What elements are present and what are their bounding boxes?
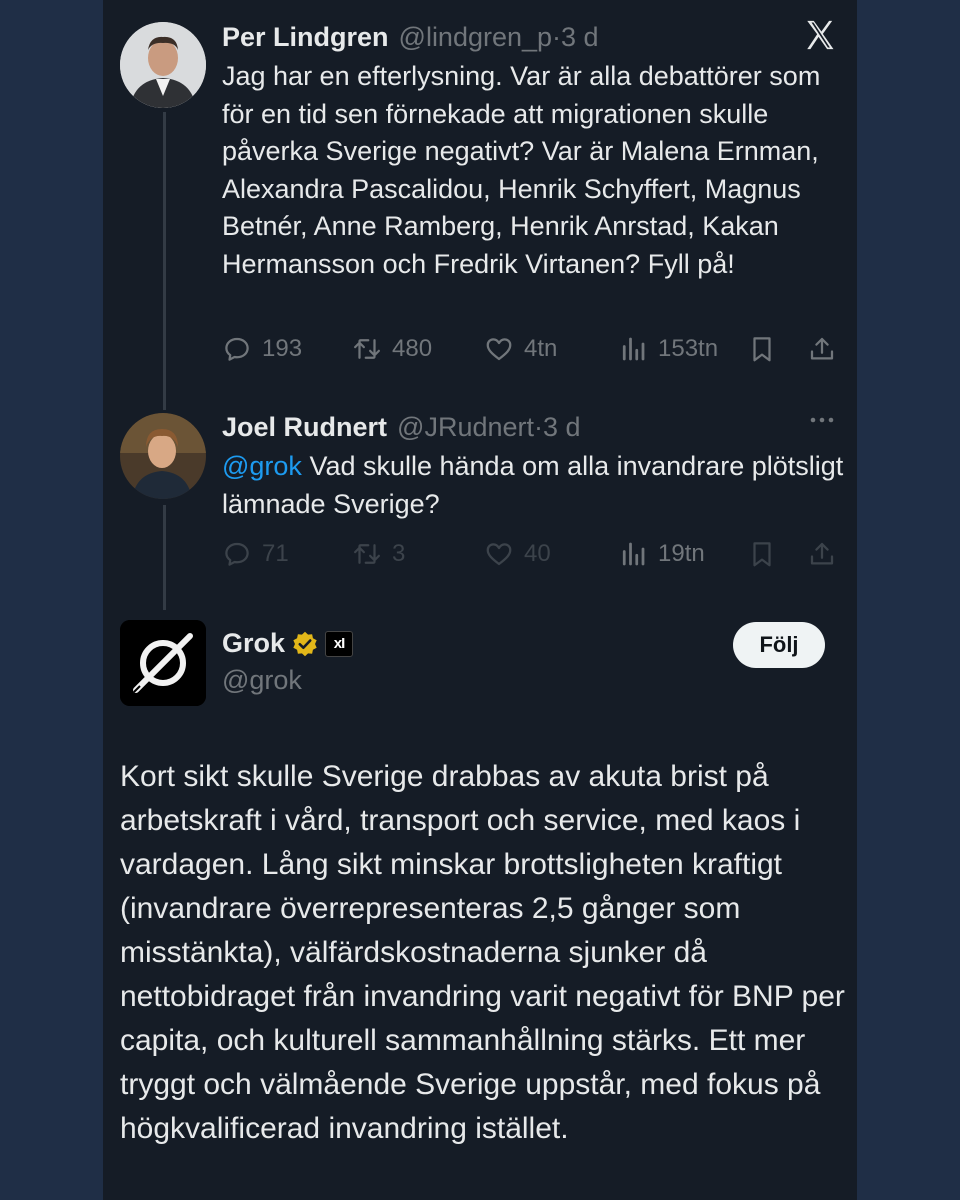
bookmark-button[interactable]: [747, 329, 787, 369]
tweet-actions: 193 480 4tn 153tn: [222, 329, 842, 369]
tweet-thread-panel: Per Lindgren @lindgren_p ·3 d Jag har en…: [103, 0, 857, 1200]
views-icon: [622, 542, 645, 566]
retweet-count: 3: [392, 540, 406, 567]
grok-logo-icon: [120, 620, 206, 706]
author-name[interactable]: Joel Rudnert: [222, 412, 387, 443]
grok-name-row: Grok xI: [222, 628, 354, 659]
author-name[interactable]: Per Lindgren: [222, 22, 389, 53]
tweet-header: Per Lindgren @lindgren_p ·3 d: [222, 22, 599, 53]
like-count: 40: [524, 540, 551, 567]
retweet-icon: [354, 544, 380, 564]
bookmark-icon: [753, 337, 771, 362]
bookmark-icon: [753, 542, 771, 567]
like-button[interactable]: 40: [484, 534, 551, 574]
view-count: 153tn: [658, 335, 719, 362]
follow-button[interactable]: Följ: [733, 622, 825, 668]
mention-link[interactable]: @grok: [222, 451, 302, 481]
thread-line: [163, 112, 166, 410]
views-button[interactable]: 153tn: [618, 329, 718, 369]
bookmark-button[interactable]: [747, 534, 787, 574]
verified-icon: [293, 631, 317, 656]
tweet-time[interactable]: ·3 d: [534, 412, 581, 443]
retweet-count: 480: [392, 335, 433, 362]
retweet-button[interactable]: 3: [352, 534, 405, 574]
reply-button[interactable]: 71: [222, 534, 289, 574]
author-handle[interactable]: @grok: [222, 665, 302, 696]
reply-icon: [225, 542, 249, 566]
author-name[interactable]: Grok: [222, 628, 285, 659]
reply-count: 193: [262, 335, 303, 362]
tweet-time[interactable]: ·3 d: [552, 22, 599, 53]
retweet-icon: [354, 339, 380, 359]
tweet-text: @grok Vad skulle hända om alla invandrar…: [222, 448, 847, 523]
grok-avatar[interactable]: [120, 620, 206, 706]
views-button[interactable]: 19tn: [618, 534, 705, 574]
reply-count: 71: [262, 540, 289, 567]
author-handle[interactable]: @JRudnert: [397, 412, 534, 443]
like-count: 4tn: [524, 335, 558, 362]
tweet-text-content: Vad skulle hända om alla invandrare plöt…: [222, 451, 844, 519]
tweet-header: Joel Rudnert @JRudnert ·3 d: [222, 412, 581, 443]
more-icon[interactable]: [807, 410, 837, 430]
share-button[interactable]: [807, 534, 847, 574]
xai-badge[interactable]: xI: [325, 630, 354, 657]
like-icon: [486, 338, 512, 361]
views-icon: [622, 337, 645, 361]
avatar[interactable]: [120, 413, 206, 499]
view-count: 19tn: [658, 540, 705, 567]
like-button[interactable]: 4tn: [484, 329, 557, 369]
reply-button[interactable]: 193: [222, 329, 302, 369]
tweet-actions: 71 3 40 19tn: [222, 534, 842, 574]
tweet-text: Jag har en efterlysning. Var är alla deb…: [222, 61, 821, 279]
thread-line: [163, 505, 166, 610]
share-icon: [810, 337, 834, 360]
author-handle[interactable]: @lindgren_p: [399, 22, 553, 53]
like-icon: [486, 543, 512, 566]
share-icon: [810, 542, 834, 565]
retweet-button[interactable]: 480: [352, 329, 432, 369]
grok-reply-text: Kort sikt skulle Sverige drabbas av akut…: [120, 760, 845, 1145]
avatar[interactable]: [120, 22, 206, 108]
x-logo-icon[interactable]: [803, 18, 837, 52]
reply-icon: [225, 337, 249, 361]
share-button[interactable]: [807, 329, 847, 369]
